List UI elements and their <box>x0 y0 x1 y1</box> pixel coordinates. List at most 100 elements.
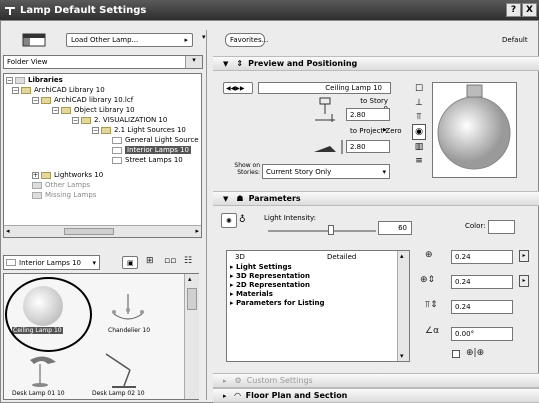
large-icons-icon[interactable]: ⊞ <box>146 256 154 266</box>
param-item[interactable]: ▸ 2D Representation <box>230 281 325 290</box>
param-item[interactable]: ▸ Light Settings <box>230 263 325 272</box>
close-button[interactable]: X <box>522 3 537 17</box>
chevron-down-icon[interactable]: ▾ <box>185 56 202 68</box>
folder-select-label: Interior Lamps 10 <box>19 258 81 267</box>
prev-next-buttons[interactable]: ◀◀ ▶▶ <box>223 82 253 94</box>
tree-item[interactable]: Other Lamps <box>32 181 90 189</box>
arrow-right-icon[interactable]: ▸ <box>519 275 529 287</box>
light-toggle-button[interactable]: ✺ <box>221 213 237 228</box>
story-offset-input[interactable]: 2.80 <box>346 108 390 121</box>
small-icons-icon[interactable]: ▫▫ <box>164 256 176 266</box>
folder-view-select[interactable]: Folder View <box>3 55 203 69</box>
tree-item[interactable]: + Lightworks 10 <box>32 171 103 179</box>
scroll-thumb[interactable] <box>187 288 197 310</box>
vertical-scrollbar[interactable]: ▴ ▾ <box>397 251 409 361</box>
horizontal-scrollbar[interactable]: ◂ ▸ <box>4 225 201 237</box>
list-view-icon[interactable]: ≡ <box>412 154 426 168</box>
thumbnail-view-button[interactable]: ▣ <box>122 256 138 269</box>
tree-item[interactable]: Street Lamps 10 <box>112 156 183 164</box>
window-title: Lamp Default Settings <box>20 4 147 16</box>
scroll-thumb[interactable] <box>64 228 114 235</box>
tree-item[interactable]: General Light Source <box>112 136 199 144</box>
collapse-toggle-icon[interactable]: − <box>52 106 59 114</box>
tree-item-selected[interactable]: Interior Lamps 10 <box>112 146 191 154</box>
collapse-toggle-icon[interactable]: − <box>72 116 79 124</box>
vertical-scrollbar[interactable]: ▴ <box>184 274 199 399</box>
tree-item[interactable]: − 2. VISUALIZATION 10 <box>72 116 167 124</box>
desk-lamp-1-thumb[interactable] <box>24 354 62 388</box>
scroll-down-icon[interactable]: ▾ <box>400 352 404 360</box>
tree-item[interactable]: − 2.1 Light Sources 10 <box>92 126 186 134</box>
angle-input[interactable]: 0.00° <box>451 327 513 341</box>
param-label: Parameters for Listing <box>235 299 325 307</box>
tree-item[interactable]: − Object Library 10 <box>52 106 135 114</box>
floor-plan-header[interactable]: ▸ ◠ Floor Plan and Section <box>213 388 539 403</box>
plan-view-icon[interactable]: ☐ <box>412 82 426 96</box>
chevron-down-icon[interactable]: ▾ <box>382 168 386 176</box>
3d-view-icon[interactable]: ◉ <box>412 124 426 140</box>
arrow-down-icon[interactable]: ▾ <box>202 33 206 41</box>
width-icon: ⊕ <box>425 250 433 260</box>
color-swatch[interactable] <box>488 220 515 234</box>
tree-item[interactable]: − ArchiCAD library 10.lcf <box>32 96 133 104</box>
default-label: Default <box>502 36 528 44</box>
mirror-icon: ⊕|⊕ <box>466 348 485 358</box>
collapse-toggle-icon[interactable]: − <box>92 126 99 134</box>
folder-icon <box>32 191 42 199</box>
section-view-icon[interactable]: ▥ <box>412 140 426 154</box>
collapse-toggle-icon[interactable]: − <box>32 96 39 104</box>
show-on-label: Show on Stories: <box>234 162 260 176</box>
intensity-slider-track[interactable] <box>268 230 376 232</box>
chevron-down-icon[interactable]: ▾ <box>92 259 96 267</box>
favorites-button[interactable]: Favorites... <box>225 33 268 47</box>
zero-offset-input[interactable]: 2.80 <box>346 140 390 153</box>
folder-select[interactable]: Interior Lamps 10 ▾ <box>3 255 100 270</box>
arrow-right-icon[interactable]: ▸ <box>519 250 529 262</box>
next-icon[interactable]: ▶▶ <box>235 85 244 92</box>
depth-icon: ⊕⇕ <box>420 275 436 285</box>
scroll-up-icon[interactable]: ▴ <box>188 275 192 283</box>
collapse-toggle-icon[interactable]: − <box>6 76 13 84</box>
folder-icon <box>112 136 122 144</box>
help-button[interactable]: ? <box>506 3 521 17</box>
side-view-icon[interactable]: ⫪ <box>412 110 426 124</box>
library-tree: − Libraries − ArchiCAD Library 10 − ArchiCA… <box>3 73 202 238</box>
height-input[interactable]: 0.24 <box>451 300 513 314</box>
floor-plan-icon: ◠ <box>234 391 241 400</box>
mirror-checkbox[interactable] <box>452 350 460 358</box>
custom-settings-header[interactable]: ▸ ⚙ Custom Settings <box>213 373 539 388</box>
load-other-lamp-button[interactable]: Load Other Lamp... ▸ <box>66 33 193 47</box>
scroll-right-icon[interactable]: ▸ <box>195 227 199 235</box>
front-view-icon[interactable]: ⊥ <box>412 96 426 110</box>
intensity-input[interactable]: 60 <box>378 221 412 235</box>
folder-view-label: Folder View <box>7 58 48 66</box>
parameters-section-header[interactable]: ▼ ☗ Parameters <box>213 191 539 206</box>
tree-item[interactable]: − ArchiCAD Library 10 <box>12 86 105 94</box>
tree-item[interactable]: Missing Lamps <box>32 191 96 199</box>
expanded-triangle-icon: ▼ <box>223 194 229 203</box>
folder-icon <box>32 181 42 189</box>
section-title: Preview and Positioning <box>248 59 358 68</box>
scroll-up-icon[interactable]: ▴ <box>400 252 404 260</box>
param-item[interactable]: ▸ Parameters for Listing <box>230 299 325 308</box>
tree-label: ArchiCAD Library 10 <box>34 86 105 94</box>
tree-item-libraries[interactable]: − Libraries <box>6 76 63 84</box>
width-input[interactable]: 0.24 <box>451 250 513 264</box>
view-layout-icon[interactable] <box>22 33 46 47</box>
arrow-right-icon[interactable]: ▸ <box>383 125 387 134</box>
prev-icon[interactable]: ◀◀ <box>226 85 235 92</box>
expand-toggle-icon[interactable]: + <box>32 171 39 179</box>
preview-section-header[interactable]: ▼ ⇕ Preview and Positioning <box>213 56 539 71</box>
show-on-stories-select[interactable]: Current Story Only ▾ <box>262 164 390 179</box>
light-intensity-label: Light Intensity: <box>264 214 317 222</box>
list-view-icon[interactable]: ☷ <box>184 256 192 266</box>
scroll-left-icon[interactable]: ◂ <box>6 227 10 235</box>
chandelier-thumb[interactable] <box>109 294 147 326</box>
view-mode-icons[interactable]: ☐ ⊥ ⫪ ◉ ▥ ≡ <box>412 82 426 168</box>
desk-lamp-2-thumb[interactable] <box>102 350 146 390</box>
param-item[interactable]: ▸ 3D Representation <box>230 272 325 281</box>
collapse-toggle-icon[interactable]: − <box>12 86 19 94</box>
intensity-slider-thumb[interactable] <box>328 225 334 235</box>
depth-input[interactable]: 0.24 <box>451 275 513 289</box>
param-item[interactable]: ▸ Materials <box>230 290 325 299</box>
